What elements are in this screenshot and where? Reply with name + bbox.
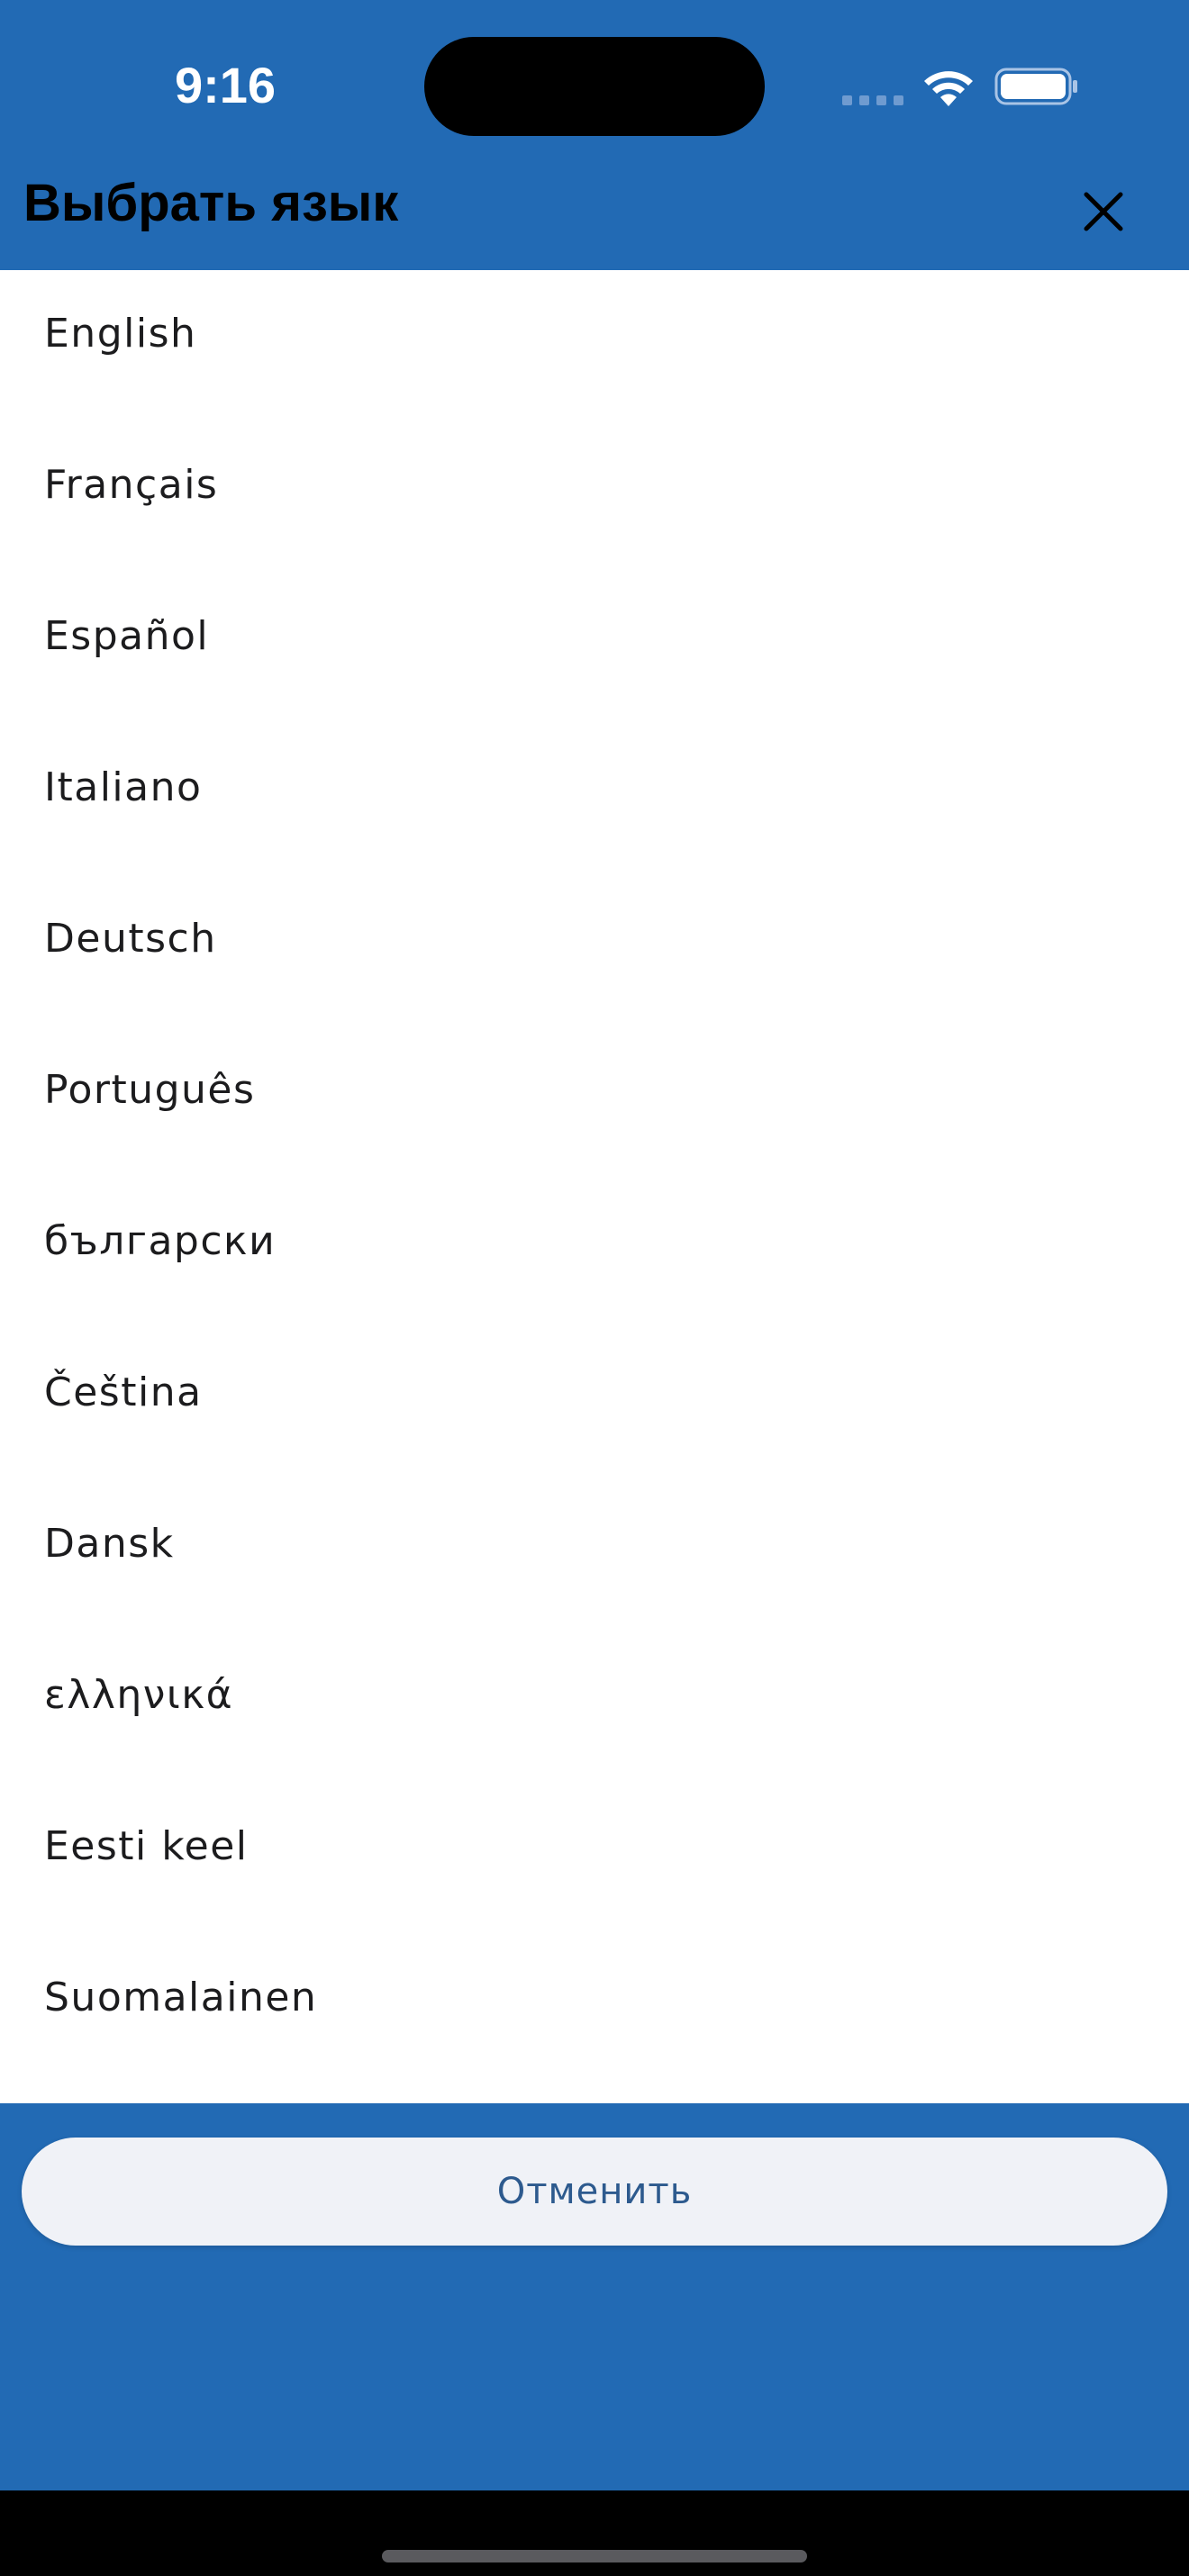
language-label: български bbox=[44, 1217, 277, 1264]
language-label: Eesti keel bbox=[44, 1822, 249, 1869]
language-option-italiano[interactable]: Italiano bbox=[0, 724, 1189, 875]
language-option-francais[interactable]: Français bbox=[0, 421, 1189, 573]
dynamic-island bbox=[424, 37, 765, 136]
home-indicator-area bbox=[0, 2490, 1189, 2576]
home-indicator[interactable] bbox=[382, 2550, 807, 2562]
close-button[interactable] bbox=[1063, 171, 1144, 252]
cancel-button-label: Отменить bbox=[496, 2171, 693, 2212]
language-label: Español bbox=[44, 612, 210, 659]
language-option-english[interactable]: English bbox=[0, 270, 1189, 421]
page-title: Выбрать язык bbox=[23, 174, 399, 232]
modal-header: Выбрать язык bbox=[0, 162, 1189, 270]
language-option-bulgarian[interactable]: български bbox=[0, 1178, 1189, 1329]
status-bar: 9:16 bbox=[0, 0, 1189, 171]
language-label: Suomalainen bbox=[44, 1974, 318, 2020]
language-label: Italiano bbox=[44, 764, 203, 810]
close-icon bbox=[1084, 192, 1123, 231]
language-label: English bbox=[44, 310, 197, 357]
language-option-cestina[interactable]: Čeština bbox=[0, 1329, 1189, 1480]
status-time: 9:16 bbox=[174, 57, 277, 113]
language-list: English Français Español Italiano Deutsc… bbox=[0, 270, 1189, 2103]
footer-area: Отменить bbox=[0, 2103, 1189, 2490]
language-option-espanol[interactable]: Español bbox=[0, 573, 1189, 724]
language-label: Français bbox=[44, 461, 219, 508]
language-option-suomalainen[interactable]: Suomalainen bbox=[0, 1934, 1189, 2085]
language-label: Dansk bbox=[44, 1520, 175, 1567]
language-label: Čeština bbox=[44, 1369, 203, 1415]
language-option-deutsch[interactable]: Deutsch bbox=[0, 875, 1189, 1026]
language-option-portugues[interactable]: Português bbox=[0, 1026, 1189, 1178]
language-label: ελληνικά bbox=[44, 1671, 234, 1718]
language-option-eesti[interactable]: Eesti keel bbox=[0, 1783, 1189, 1934]
language-picker-screen: 9:16 Выбрать язык English Français Españ… bbox=[0, 0, 1189, 2576]
cancel-button[interactable]: Отменить bbox=[22, 2138, 1167, 2246]
language-option-greek[interactable]: ελληνικά bbox=[0, 1631, 1189, 1783]
battery-icon bbox=[994, 68, 1077, 105]
wifi-icon bbox=[924, 71, 973, 106]
language-label: Deutsch bbox=[44, 915, 217, 962]
language-option-dansk[interactable]: Dansk bbox=[0, 1480, 1189, 1631]
cellular-signal-icon bbox=[842, 95, 903, 106]
language-label: Português bbox=[44, 1066, 256, 1113]
